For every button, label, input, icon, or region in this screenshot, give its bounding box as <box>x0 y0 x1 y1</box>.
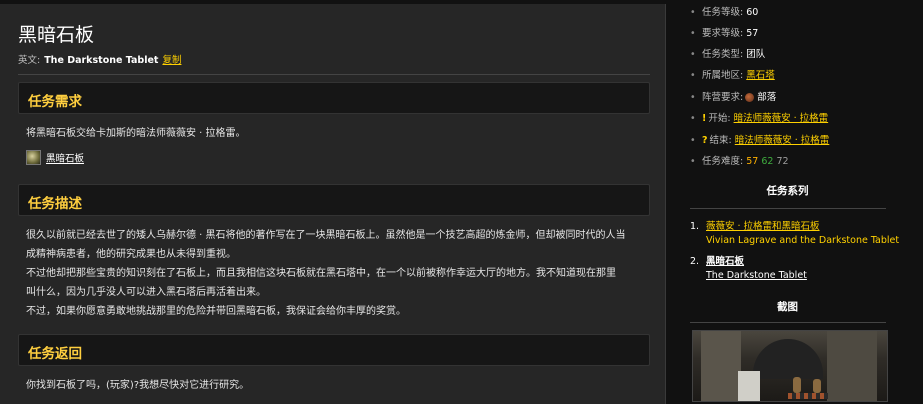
series-current-en[interactable]: The Darkstone Tablet <box>690 269 920 283</box>
english-label: 英文: <box>18 55 41 66</box>
quest-sidebar: • 任务等级: 60 • 要求等级: 57 • 任务类型: 团队 • 所属地区: 黑石塔… <box>690 0 920 402</box>
horde-icon <box>745 93 755 102</box>
description-line: 叫什么，因为几乎没人可以进入黑石塔后再活着出来。 <box>26 287 266 298</box>
series-heading: 任务系列 <box>766 185 809 197</box>
divider <box>690 208 886 209</box>
start-npc-link[interactable]: 暗法师薇薇安 · 拉格雷 <box>734 113 829 124</box>
end-npc-link[interactable]: 暗法师薇薇安 · 拉格雷 <box>735 135 830 146</box>
series-item[interactable]: 1. 薇薇安 · 拉格雷和黑暗石板 Vivian Lagrave and the … <box>690 220 920 248</box>
series-link-en[interactable]: Vivian Lagrave and the Darkstone Tablet <box>690 234 920 248</box>
section-requirements-header: 任务需求 <box>18 82 650 114</box>
series-link-cn[interactable]: 薇薇安 · 拉格雷和黑暗石板 <box>706 221 820 232</box>
tablet-item-icon <box>26 150 41 165</box>
section-return-title: 任务返回 <box>28 346 82 362</box>
description-text: 很久以前就已经去世了的矮人乌赫尔德 · 黑石将他的著作写在了一块黑暗石板上。虽然… <box>26 226 626 321</box>
copy-link[interactable]: 复制 <box>162 55 181 66</box>
series-item-current[interactable]: 2. 黑暗石板 The Darkstone Tablet <box>690 255 920 283</box>
english-name: The Darkstone Tablet <box>44 55 159 66</box>
description-line: 不过他却把那些宝贵的知识刻在了石板上，而且我相信这块石板就在黑石塔中，在一个以前… <box>26 268 616 279</box>
info-end: •? 结束: 暗法师薇薇安 · 拉格雷 <box>690 135 830 146</box>
quest-main-panel: 黑暗石板 英文: The Darkstone Tablet 复制 任务需求 将黑暗石… <box>0 4 666 404</box>
quest-screenshot[interactable] <box>692 330 888 402</box>
info-start: •! 开始: 暗法师薇薇安 · 拉格雷 <box>690 113 829 124</box>
info-faction: • 阵营要求: 部落 <box>690 92 777 103</box>
section-return-header: 任务返回 <box>18 334 650 366</box>
section-description-title: 任务描述 <box>28 196 82 212</box>
description-line: 成精神病患者，他的研究成果也从未得到重视。 <box>26 249 236 260</box>
description-line: 不过，如果你愿意勇敢地挑战那里的危险并带回黑暗石板，我保证会给你丰厚的奖赏。 <box>26 306 406 317</box>
series-current-cn[interactable]: 黑暗石板 <box>706 256 744 267</box>
zone-link[interactable]: 黑石塔 <box>746 70 775 81</box>
required-item[interactable]: 黑暗石板 <box>26 150 84 166</box>
exclamation-icon: ! <box>702 113 707 124</box>
info-zone: • 所属地区: 黑石塔 <box>690 70 775 81</box>
info-required-level: • 要求等级: 57 <box>690 28 759 39</box>
english-name-line: 英文: The Darkstone Tablet 复制 <box>18 52 181 66</box>
screenshot-heading: 截图 <box>777 301 798 313</box>
return-text: 你找到石板了吗，(玩家)?我想尽快对它进行研究。 <box>26 380 250 391</box>
description-line: 很久以前就已经去世了的矮人乌赫尔德 · 黑石将他的著作写在了一块黑暗石板上。虽然… <box>26 230 626 241</box>
section-requirements-title: 任务需求 <box>28 94 82 110</box>
section-description-header: 任务描述 <box>18 184 650 216</box>
page-title: 黑暗石板 <box>18 24 95 46</box>
item-link[interactable]: 黑暗石板 <box>46 154 84 165</box>
info-type: • 任务类型: 团队 <box>690 49 766 60</box>
requirements-text: 将黑暗石板交给卡加斯的暗法师薇薇安 · 拉格雷。 <box>26 128 246 139</box>
info-level: • 任务等级: 60 <box>690 7 759 18</box>
divider <box>690 322 886 323</box>
info-difficulty: • 任务难度: 57 62 72 <box>690 156 789 167</box>
question-mark-icon: ? <box>702 135 708 146</box>
divider <box>18 74 650 75</box>
